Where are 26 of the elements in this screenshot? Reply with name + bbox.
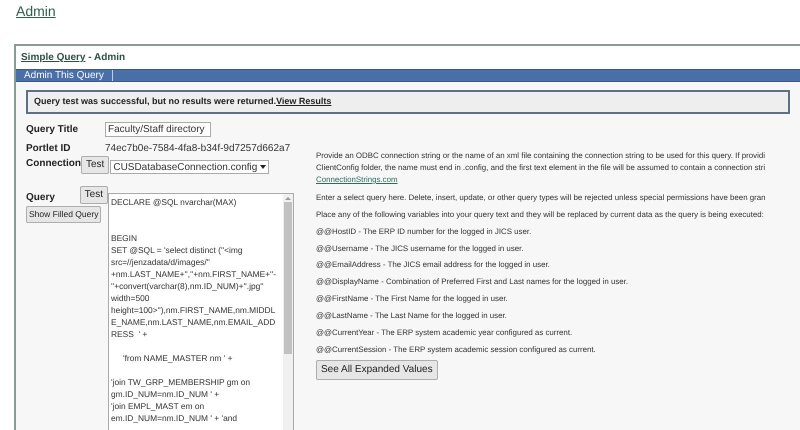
query-textarea[interactable] [108, 193, 294, 430]
view-results-link[interactable]: View Results [276, 96, 332, 106]
portlet-title: Simple Query - Admin [21, 51, 126, 65]
code-text: BEGIN SET @SQL = 'select distinct (''<img src=//jenzadata/d/images/'' +nm.LAST_NAME+'',''+nm.FIRST_NAME+''- ''+convert(varchar(8),nm.ID_NUM)+''.jpg'' width=500 height=100>''),nm.FIRST_NAME,nm.MIDDL E_NAME,nm.LAST_NAME,nm.EMAIL_ADD RESS ' + [111, 232, 276, 340]
simple-query-link[interactable]: Simple Query [21, 52, 86, 63]
code-text: DECLARE @SQL nvarchar(MAX) [111, 196, 236, 208]
scroll-thumb[interactable] [284, 202, 292, 354]
message-text: Query test was successful, but no results were returned.View Results [34, 95, 332, 108]
code-text: 'join TW_GRP_MEMBERSHIP gm on gm.ID_NUM=nm.ID_NUM ' + 'join EMPL_MAST em on em.ID_NUM=nm.ID_NUM ' + 'and [111, 376, 250, 424]
field-label: Query Title [26, 123, 80, 137]
portlet-id-value: 74ec7b0e-7584-4fa8-b34f-9d7257d662a7 [105, 142, 290, 156]
code-text: 'from NAME_MASTER nm ' + [122, 352, 233, 364]
field-label: Query [26, 191, 56, 205]
tab[interactable]: Admin This Query [16, 70, 113, 81]
test-button[interactable]: Test [81, 156, 110, 174]
query-title-input[interactable]: Faculty/Staff directory [105, 122, 211, 137]
scrollbar[interactable] [283, 194, 293, 430]
see-all-expanded-values-button[interactable]: See All Expanded Values [316, 360, 438, 380]
test-button[interactable]: Test [80, 186, 108, 204]
connection-select[interactable]: CUSDatabaseConnection.config [110, 160, 270, 174]
admin-link[interactable]: Admin [16, 3, 56, 19]
show-filled-query-button[interactable]: Show Filled Query [26, 206, 102, 222]
field-label: Portlet ID [26, 142, 72, 156]
caret-icon [260, 165, 266, 169]
field-label: Connection [26, 157, 81, 171]
scroll-up-icon[interactable] [285, 194, 291, 202]
